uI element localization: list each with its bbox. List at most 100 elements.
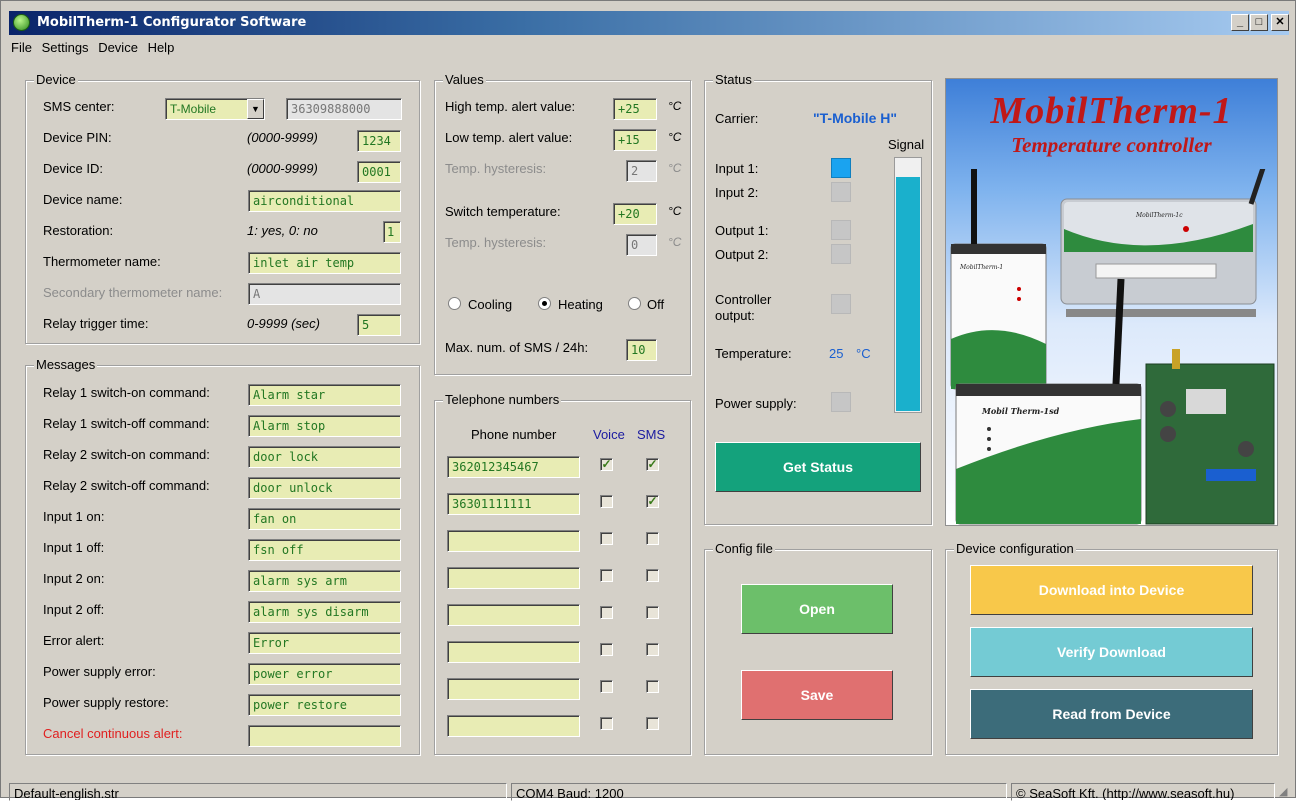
sms-number-field[interactable]: 36309888000 <box>286 98 402 120</box>
voice-checkbox[interactable] <box>600 606 613 619</box>
minimize-button[interactable]: _ <box>1231 14 1249 31</box>
switch-temp-field[interactable]: +20 <box>613 203 657 225</box>
sms-checkbox[interactable] <box>646 680 659 693</box>
sms-center-label: SMS center: <box>43 99 115 114</box>
phone-number-field[interactable] <box>447 567 580 589</box>
device-id-hint: (0000-9999) <box>247 161 318 176</box>
close-button[interactable]: ✕ <box>1271 14 1289 31</box>
message-label: Input 2 on: <box>43 571 105 586</box>
message-field[interactable]: fan on <box>248 508 401 530</box>
phone-number-field[interactable] <box>447 678 580 700</box>
heating-radio[interactable] <box>538 297 551 310</box>
message-field[interactable] <box>248 725 401 747</box>
open-button[interactable]: Open <box>741 584 893 634</box>
message-label: Error alert: <box>43 633 105 648</box>
chevron-down-icon[interactable]: ▼ <box>247 99 264 119</box>
title-bar[interactable]: MobilTherm-1 Configurator Software _ □ ✕ <box>9 11 1289 35</box>
menu-settings[interactable]: Settings <box>42 40 89 55</box>
message-field[interactable]: power restore <box>248 694 401 716</box>
relay-trigger-label: Relay trigger time: <box>43 316 149 331</box>
voice-checkbox[interactable] <box>600 717 613 730</box>
device-pin-label: Device PIN: <box>43 130 112 145</box>
message-label: Cancel continuous alert: <box>43 726 183 741</box>
high-temp-field[interactable]: +25 <box>613 98 657 120</box>
message-field[interactable]: alarm sys arm <box>248 570 401 592</box>
secondary-thermometer-field[interactable]: A <box>248 283 401 305</box>
off-radio[interactable] <box>628 297 641 310</box>
save-button[interactable]: Save <box>741 670 893 720</box>
read-from-device-button[interactable]: Read from Device <box>970 689 1253 739</box>
cooling-radio[interactable] <box>448 297 461 310</box>
message-field[interactable]: Alarm stop <box>248 415 401 437</box>
message-field[interactable]: power error <box>248 663 401 685</box>
device-name-field[interactable]: airconditional <box>248 190 401 212</box>
hysteresis2-field[interactable]: 0 <box>626 234 657 256</box>
max-sms-field[interactable]: 10 <box>626 339 657 361</box>
relay-trigger-field[interactable]: 5 <box>357 314 401 336</box>
values-group: Values <box>434 72 691 375</box>
product-banner: MobilTherm-1 Temperature controller Mobi… <box>945 78 1278 526</box>
get-status-button[interactable]: Get Status <box>715 442 921 492</box>
sms-checkbox[interactable] <box>646 532 659 545</box>
low-temp-label: Low temp. alert value: <box>445 130 573 145</box>
output2-indicator <box>831 244 851 264</box>
thermometer-name-field[interactable]: inlet air temp <box>248 252 401 274</box>
carrier-label: Carrier: <box>715 111 759 126</box>
verify-download-button[interactable]: Verify Download <box>970 627 1253 677</box>
message-field[interactable]: fsn off <box>248 539 401 561</box>
menu-file[interactable]: File <box>11 40 32 55</box>
sms-checkbox[interactable] <box>646 643 659 656</box>
sms-checkbox[interactable]: ✓ <box>646 458 659 471</box>
download-into-device-button[interactable]: Download into Device <box>970 565 1253 615</box>
voice-checkbox[interactable]: ✓ <box>600 458 613 471</box>
message-field[interactable]: door lock <box>248 446 401 468</box>
resize-grip-icon[interactable]: ◢ <box>1279 785 1287 798</box>
sms-checkbox[interactable] <box>646 606 659 619</box>
config-file-group: Config file <box>704 541 932 755</box>
phone-number-field[interactable] <box>447 604 580 626</box>
menu-help[interactable]: Help <box>148 40 175 55</box>
sms-checkbox[interactable]: ✓ <box>646 495 659 508</box>
voice-checkbox[interactable] <box>600 643 613 656</box>
device-b-label: Mobil Therm-1sd <box>981 406 1060 416</box>
phone-number-field[interactable]: 36301111111 <box>447 493 580 515</box>
signal-fill <box>896 176 920 411</box>
sms-checkbox[interactable] <box>646 569 659 582</box>
voice-header: Voice <box>593 427 625 442</box>
hysteresis2-unit: °C <box>668 235 682 249</box>
temperature-unit: °C <box>856 346 871 361</box>
voice-checkbox[interactable] <box>600 495 613 508</box>
device-name-label: Device name: <box>43 192 123 207</box>
phone-number-field[interactable] <box>447 530 580 552</box>
message-field[interactable]: Error <box>248 632 401 654</box>
controller-output-indicator <box>831 294 851 314</box>
status-copyright: © SeaSoft Kft. (http://www.seasoft.hu) <box>1011 783 1275 801</box>
temperature-label: Temperature: <box>715 346 792 361</box>
restoration-field[interactable]: 1 <box>383 221 401 243</box>
message-field[interactable]: alarm sys disarm <box>248 601 401 623</box>
menu-device[interactable]: Device <box>98 40 138 55</box>
device-id-field[interactable]: 0001 <box>357 161 401 183</box>
banner-title: MobilTherm-1 <box>990 90 1233 132</box>
phone-number-field[interactable] <box>447 641 580 663</box>
window-title: MobilTherm-1 Configurator Software <box>37 15 307 30</box>
sms-checkbox[interactable] <box>646 717 659 730</box>
carrier-value: "T-Mobile H" <box>813 110 898 126</box>
controller-output-label: Controller output: <box>715 292 772 323</box>
hysteresis1-field[interactable]: 2 <box>626 160 657 182</box>
message-field[interactable]: door unlock <box>248 477 401 499</box>
message-field[interactable]: Alarm star <box>248 384 401 406</box>
voice-checkbox[interactable] <box>600 680 613 693</box>
device-configuration-group-label: Device configuration <box>954 541 1076 556</box>
maximize-button[interactable]: □ <box>1250 14 1268 31</box>
voice-checkbox[interactable] <box>600 532 613 545</box>
device-pin-field[interactable]: 1234 <box>357 130 401 152</box>
output1-label: Output 1: <box>715 223 769 238</box>
sms-header: SMS <box>637 427 666 442</box>
low-temp-field[interactable]: +15 <box>613 129 657 151</box>
phone-number-field[interactable]: 362012345467 <box>447 456 580 478</box>
restoration-label: Restoration: <box>43 223 114 238</box>
voice-checkbox[interactable] <box>600 569 613 582</box>
switch-temp-unit: °C <box>668 204 682 218</box>
phone-number-field[interactable] <box>447 715 580 737</box>
